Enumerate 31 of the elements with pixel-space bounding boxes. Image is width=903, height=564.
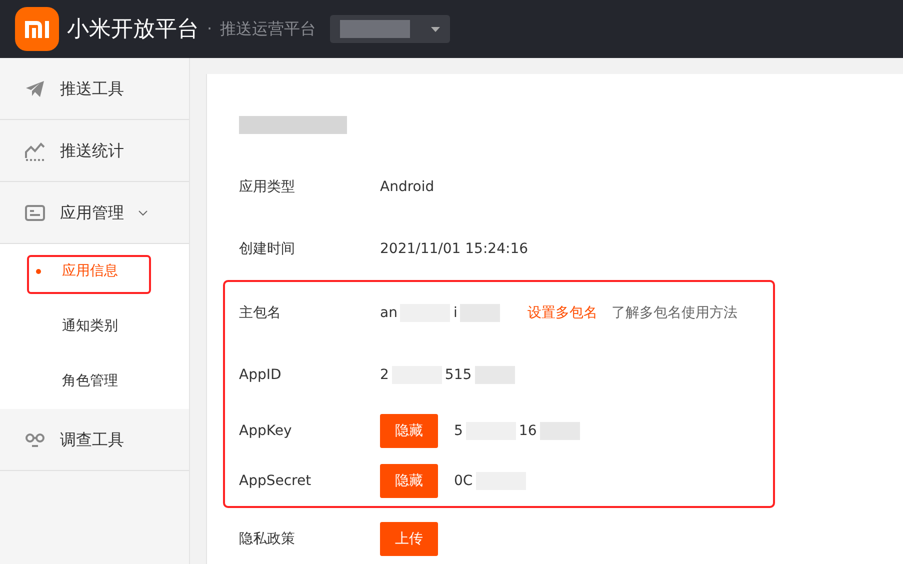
field-label: 隐私政策 (239, 530, 296, 548)
field-value: i (453, 304, 458, 322)
text-link[interactable]: 了解多包名使用方法 (611, 302, 738, 324)
field-label: 应用类型 (239, 178, 296, 196)
separator-dot: · (207, 18, 212, 40)
active-dot (36, 269, 41, 274)
field-label: AppID (239, 366, 282, 384)
redacted-text (340, 20, 410, 38)
field-value: 2 (380, 366, 389, 384)
platform-subtitle: 推送运营平台 (220, 18, 316, 40)
field-value: Android (380, 178, 434, 196)
field-value: 5 (454, 422, 463, 440)
field-label: 创建时间 (239, 240, 296, 258)
caret-icon (431, 26, 440, 32)
sidebar-subitem[interactable]: 角色管理 (0, 354, 189, 409)
field-value: 0C (454, 472, 473, 490)
sidebar-item[interactable]: 推送工具 (0, 58, 189, 120)
field-label: 主包名 (239, 304, 282, 322)
field-label: AppSecret (239, 472, 312, 490)
field-label: AppKey (239, 422, 293, 440)
platform-title: 小米开放平台 (67, 16, 199, 44)
field-value: 16 (518, 422, 537, 440)
field-value: 515 (444, 366, 472, 384)
field-value: an (380, 304, 398, 322)
logo-icon (15, 7, 59, 51)
app-select[interactable] (330, 15, 450, 43)
sidebar-item[interactable]: 推送统计 (0, 120, 189, 182)
sidebar-item[interactable]: 调查工具 (0, 409, 189, 471)
line-chart-icon (24, 140, 46, 162)
sidebar-subitem[interactable]: 通知类别 (0, 299, 189, 354)
field-value: 2021/11/01 15:24:16 (380, 240, 528, 258)
